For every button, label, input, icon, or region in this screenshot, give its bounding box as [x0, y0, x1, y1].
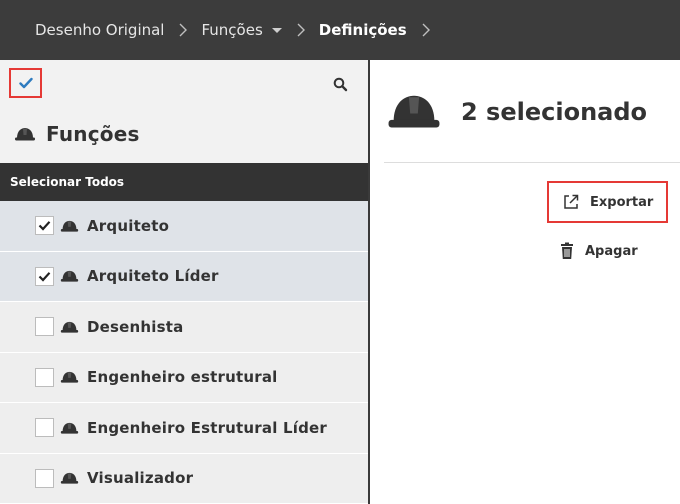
- checkbox[interactable]: [35, 266, 54, 286]
- list-title-row: Funções: [14, 122, 140, 146]
- breadcrumb: Desenho Original Funções Definições: [0, 0, 680, 60]
- chevron-right-icon: [297, 23, 305, 37]
- caret-down-icon[interactable]: [271, 27, 282, 33]
- export-button[interactable]: Exportar: [547, 181, 668, 223]
- roles-list-panel: Funções Selecionar Todos Arquiteto Arqui…: [0, 60, 370, 504]
- breadcrumb-label[interactable]: Definições: [319, 21, 407, 39]
- breadcrumb-item-funcoes[interactable]: Funções: [201, 21, 282, 39]
- list-item[interactable]: Desenhista: [0, 302, 368, 353]
- chevron-right-icon: [422, 23, 430, 37]
- list-item[interactable]: Engenheiro estrutural: [0, 352, 368, 403]
- list-item[interactable]: Arquiteto Líder: [0, 251, 368, 302]
- list-item-label: Arquiteto: [87, 216, 170, 235]
- checkbox[interactable]: [35, 367, 54, 387]
- selection-detail-panel: 2 selecionado Exportar Apagar: [372, 60, 680, 504]
- breadcrumb-item-desenho-original[interactable]: Desenho Original: [35, 21, 164, 39]
- hard-hat-icon: [60, 271, 79, 282]
- list-item-label: Engenheiro estrutural: [87, 368, 278, 387]
- breadcrumb-label[interactable]: Desenho Original: [35, 21, 164, 39]
- checkmark-icon: [38, 221, 51, 231]
- list-item-label: Arquiteto Líder: [87, 267, 219, 286]
- breadcrumb-label[interactable]: Funções: [201, 21, 262, 39]
- hard-hat-icon: [60, 220, 79, 232]
- delete-button[interactable]: Apagar: [559, 242, 638, 260]
- roles-list: Arquiteto Arquiteto Líder Desenhista Eng…: [0, 201, 368, 504]
- checkbox[interactable]: [35, 468, 54, 488]
- hard-hat-icon: [60, 422, 79, 434]
- trash-icon: [561, 242, 573, 259]
- divider: [384, 162, 680, 163]
- chevron-right-icon: [179, 23, 188, 37]
- list-item[interactable]: Visualizador: [0, 453, 368, 504]
- export-label[interactable]: Exportar: [590, 195, 653, 210]
- checkbox[interactable]: [35, 418, 54, 438]
- select-all-label[interactable]: Selecionar Todos: [10, 175, 124, 189]
- list-item[interactable]: Arquiteto: [0, 201, 368, 252]
- hard-hat-icon: [60, 321, 79, 333]
- hard-hat-icon: [15, 128, 35, 141]
- multi-select-toggle[interactable]: [9, 68, 42, 98]
- checkmark-icon: [18, 77, 33, 89]
- search-icon: [333, 77, 348, 92]
- external-link-icon: [564, 194, 579, 209]
- delete-label[interactable]: Apagar: [585, 244, 638, 259]
- list-header: Funções: [0, 60, 368, 163]
- hard-hat-icon: [60, 372, 79, 383]
- list-item-label: Desenhista: [87, 317, 184, 336]
- selection-count: 2 selecionado: [461, 98, 648, 126]
- list-item[interactable]: Engenheiro Estrutural Líder: [0, 403, 368, 454]
- list-title: Funções: [46, 122, 140, 146]
- hard-hat-icon: [388, 95, 440, 128]
- checkbox[interactable]: [35, 317, 54, 337]
- list-item-label: Engenheiro Estrutural Líder: [87, 418, 327, 437]
- hard-hat-icon: [60, 473, 79, 484]
- checkmark-icon: [38, 271, 51, 282]
- search-button[interactable]: [330, 74, 352, 96]
- checkbox[interactable]: [35, 216, 54, 236]
- list-item-label: Visualizador: [87, 469, 194, 488]
- select-all-button[interactable]: Selecionar Todos: [0, 163, 368, 201]
- breadcrumb-item-definicoes[interactable]: Definições: [319, 21, 407, 39]
